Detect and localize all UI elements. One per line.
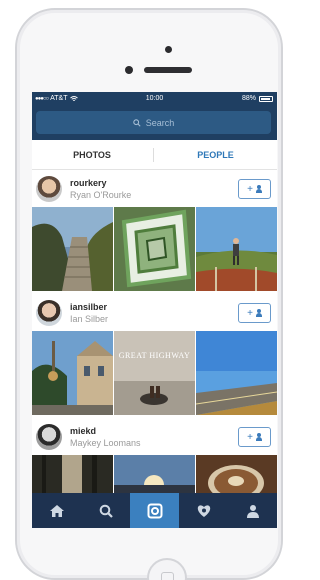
plus-icon: +: [247, 183, 253, 195]
search-bar: Search: [32, 107, 277, 140]
photo-forest-image: [32, 455, 113, 493]
status-bar: ●●●○○ AT&T 10:00 88%: [32, 92, 277, 107]
photo-hiker[interactable]: [196, 207, 277, 291]
photo-frame-tunnel[interactable]: [114, 207, 195, 291]
home-button[interactable]: [147, 558, 187, 580]
photo-sunset[interactable]: [114, 455, 195, 493]
avatar[interactable]: [36, 300, 62, 326]
photo-coffee-image: [196, 455, 277, 493]
battery-group: 88%: [242, 95, 273, 102]
photo-frame-image: [114, 207, 195, 291]
user-row[interactable]: rourkery Ryan O'Rourke +: [32, 171, 277, 207]
photo-sunset-image: [114, 455, 195, 493]
photo-houses[interactable]: [32, 331, 113, 415]
search-icon: [99, 504, 113, 518]
photo-road-image: [196, 331, 277, 415]
battery-fill: [261, 97, 270, 100]
follow-button[interactable]: +: [238, 303, 271, 323]
nav-home[interactable]: [32, 493, 81, 528]
earpiece-dot: [165, 46, 172, 53]
username[interactable]: iansilber: [70, 302, 107, 312]
nav-activity[interactable]: [179, 493, 228, 528]
front-camera: [125, 66, 133, 74]
photo-stairs-image: [32, 207, 113, 291]
username[interactable]: rourkery: [70, 178, 107, 188]
nav-profile[interactable]: [228, 493, 277, 528]
home-square-icon: [161, 572, 174, 580]
photo-coffee[interactable]: [196, 455, 277, 493]
nav-camera[interactable]: [130, 493, 179, 528]
avatar[interactable]: [36, 424, 62, 450]
tab-people[interactable]: PEOPLE: [154, 140, 277, 170]
person-icon: [255, 433, 262, 441]
full-name: Ian Silber: [70, 314, 109, 324]
battery-percent: 88%: [241, 95, 256, 102]
search-icon: [133, 118, 141, 127]
person-icon: [255, 185, 262, 193]
full-name: Ryan O'Rourke: [70, 190, 132, 200]
user-row[interactable]: iansilber Ian Silber +: [32, 295, 277, 331]
activity-icon: [197, 504, 210, 517]
app-screen: ●●●○○ AT&T 10:00 88% Search PHOTOS PEOPL…: [32, 92, 277, 528]
photo-houses-image: [32, 331, 113, 415]
photo-road[interactable]: [196, 331, 277, 415]
photo-row: GREAT HIGHWAY: [32, 331, 277, 415]
photo-sign-text: GREAT HIGHWAY: [118, 351, 191, 360]
photo-forest[interactable]: [32, 455, 113, 493]
plus-icon: +: [247, 431, 253, 443]
bottom-nav: [32, 493, 277, 528]
follow-button[interactable]: +: [238, 427, 271, 447]
profile-icon: [246, 504, 259, 518]
search-input[interactable]: Search: [36, 111, 271, 134]
camera-icon: [147, 503, 162, 518]
person-icon: [255, 309, 262, 317]
speaker-grille: [144, 67, 192, 73]
photo-row: [32, 207, 277, 291]
tab-photos[interactable]: PHOTOS: [32, 140, 152, 170]
nav-search[interactable]: [81, 493, 130, 528]
plus-icon: +: [247, 307, 253, 319]
clock: 10:00: [145, 95, 164, 102]
avatar[interactable]: [36, 176, 62, 202]
follow-button[interactable]: +: [238, 179, 271, 199]
photo-sign-image: [114, 331, 195, 415]
photo-hiker-image: [196, 207, 277, 291]
photo-stairs[interactable]: [32, 207, 113, 291]
battery-icon: [259, 95, 273, 102]
photo-row: [32, 455, 277, 493]
full-name: Maykey Loomans: [70, 438, 141, 448]
tab-bar: PHOTOS PEOPLE: [32, 140, 277, 170]
search-placeholder: Search: [145, 117, 175, 128]
username[interactable]: miekd: [70, 426, 96, 436]
photo-great-highway[interactable]: GREAT HIGHWAY: [114, 331, 195, 415]
home-icon: [49, 504, 64, 517]
user-row[interactable]: miekd Maykey Loomans +: [32, 419, 277, 455]
